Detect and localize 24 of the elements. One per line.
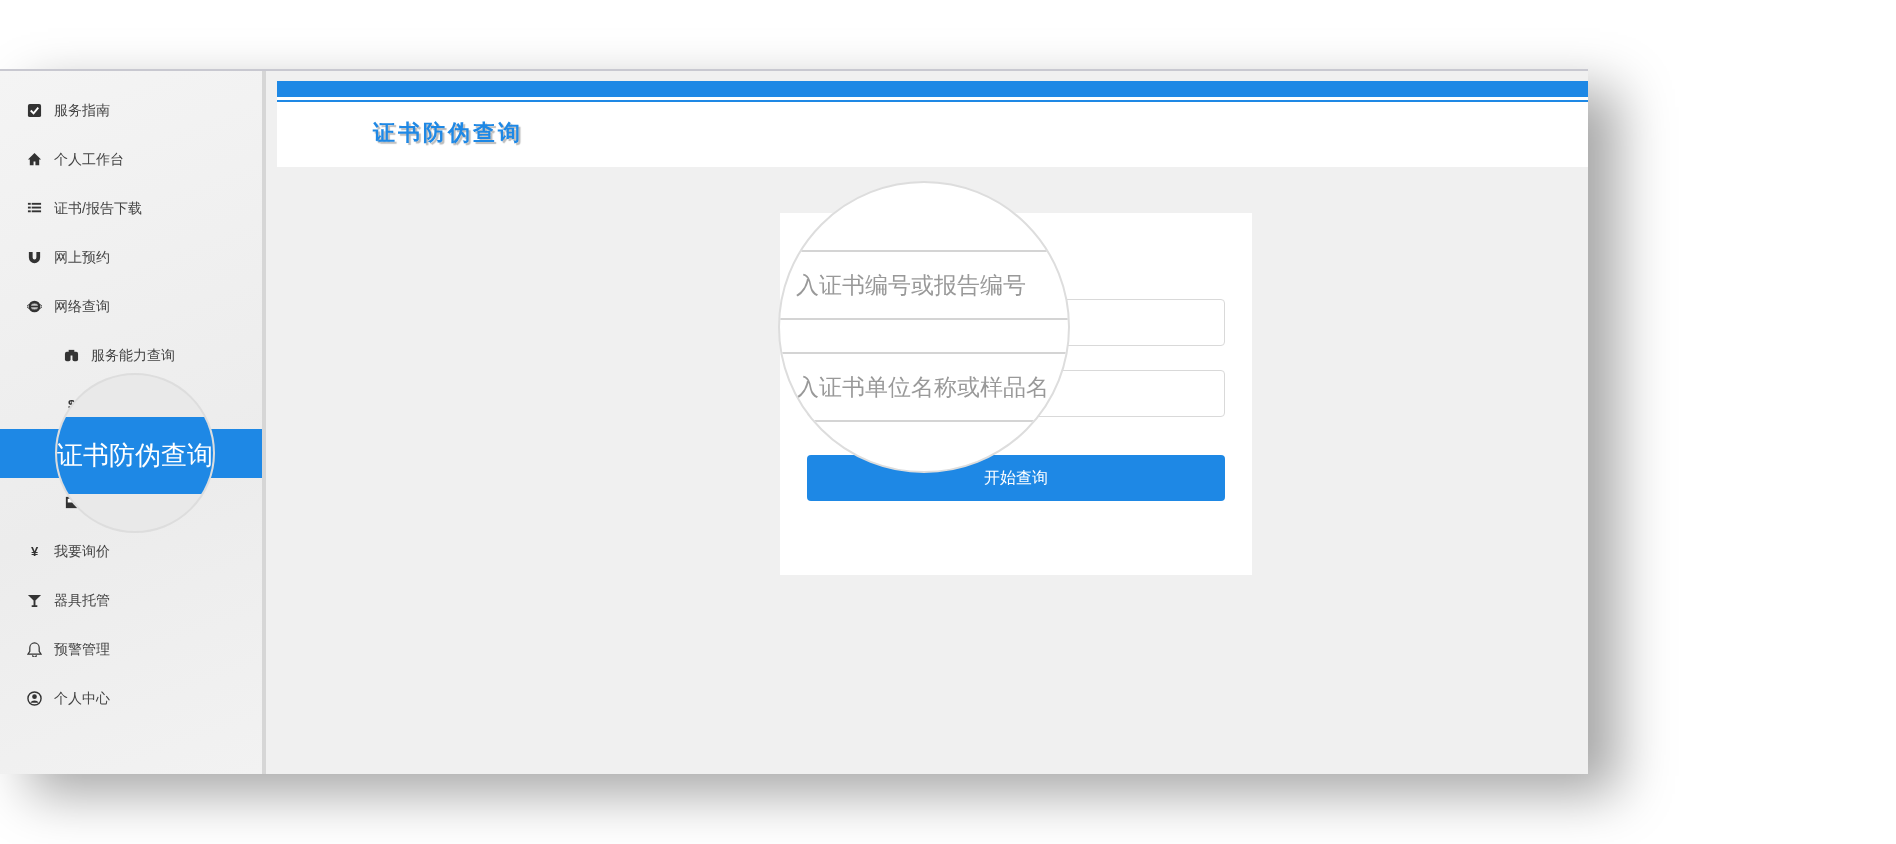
sidebar-item[interactable]: 服务指南 <box>54 100 110 121</box>
magnet-icon <box>27 250 42 265</box>
user-icon <box>27 691 42 706</box>
sidebar-subitem[interactable]: 服务能力查询 <box>91 345 175 366</box>
globe-icon <box>27 299 42 314</box>
magnified-placeholder: 入证书编号或报告编号 <box>796 271 1026 300</box>
sidebar-item[interactable]: 个人工作台 <box>54 149 124 170</box>
sidebar-item[interactable]: 网络查询 <box>54 296 110 317</box>
funnel-icon <box>27 593 42 608</box>
currency-symbol: ¥ <box>29 542 40 561</box>
binoculars-icon <box>64 348 79 363</box>
sidebar-item[interactable]: 器具托管 <box>54 590 110 611</box>
bell-icon <box>27 642 42 657</box>
checkbox-icon <box>27 103 42 118</box>
magnified-placeholder: 入证书单位名称或样品名 <box>796 373 1049 402</box>
sidebar-item[interactable]: 个人中心 <box>54 688 110 709</box>
search-button[interactable]: 开始查询 <box>807 455 1225 501</box>
page-title: 证书防伪查询 <box>371 119 523 147</box>
sidebar-item[interactable]: 预警管理 <box>54 639 110 660</box>
home-icon <box>27 152 42 167</box>
sidebar-item[interactable]: 证书/报告下载 <box>54 198 142 219</box>
sidebar-item[interactable]: 网上预约 <box>54 247 110 268</box>
magnified-menu-label: 证书防伪查询 <box>57 417 213 494</box>
sidebar-item[interactable]: 我要询价 <box>54 541 110 562</box>
